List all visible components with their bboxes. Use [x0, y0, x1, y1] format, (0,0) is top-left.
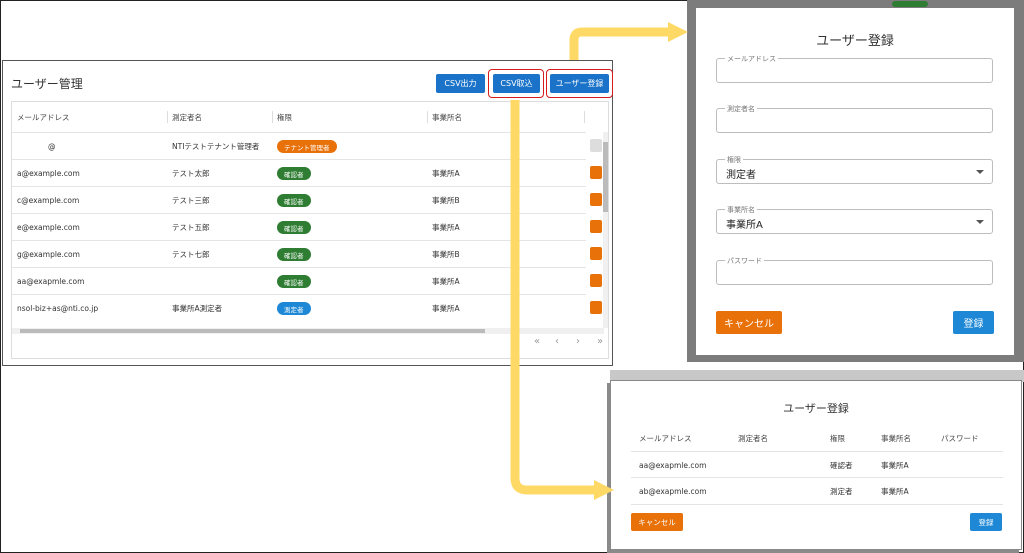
- arrow-head: [594, 480, 614, 500]
- arrow-to-csv-modal: [510, 100, 596, 495]
- arrow-head: [668, 22, 688, 42]
- flow-arrows: [510, 22, 688, 500]
- arrow-to-register-modal: [569, 27, 670, 60]
